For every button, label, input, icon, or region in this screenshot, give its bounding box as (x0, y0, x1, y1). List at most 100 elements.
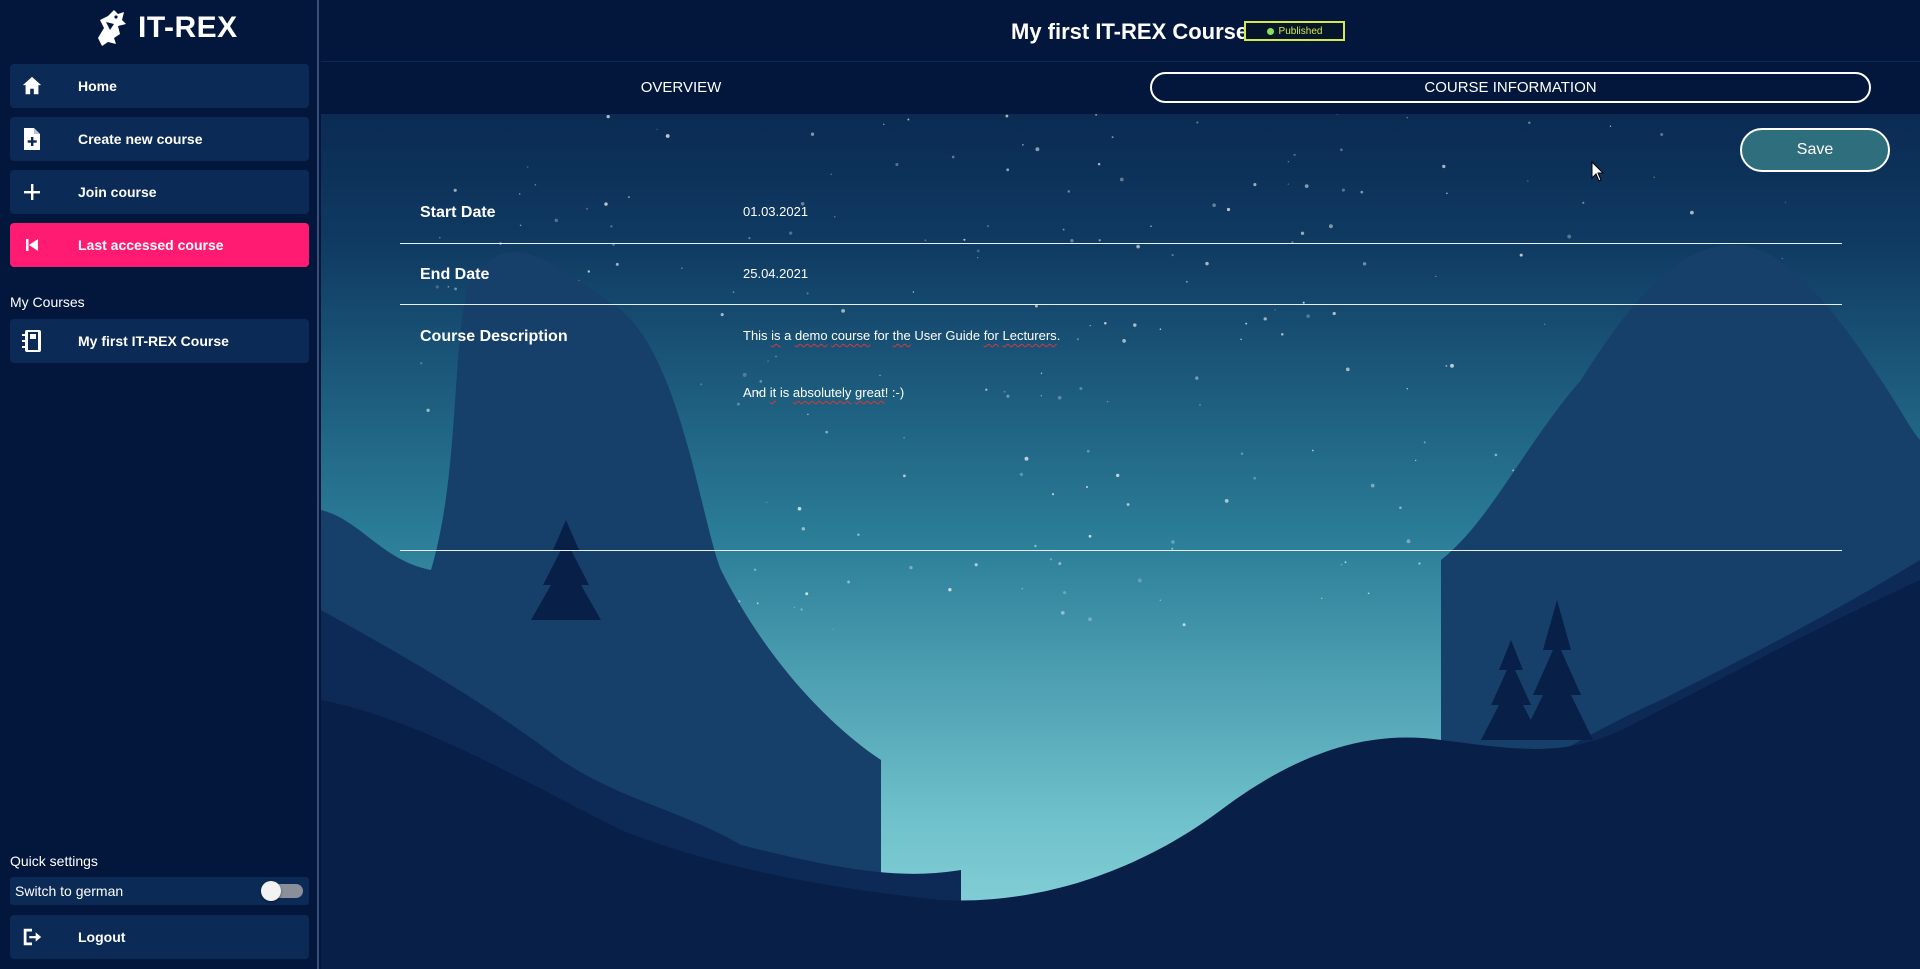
tab-course-information[interactable]: COURSE INFORMATION (1150, 72, 1871, 103)
star (1021, 587, 1024, 590)
file-plus-icon (10, 117, 54, 161)
star (1137, 578, 1142, 583)
desc-text: for (870, 328, 893, 343)
star (810, 132, 815, 136)
tab-bar: OVERVIEW COURSE INFORMATION (321, 62, 1920, 114)
star (1321, 597, 1323, 600)
quick-settings-heading: Quick settings (10, 853, 98, 869)
star (1182, 623, 1186, 627)
star (1609, 125, 1612, 127)
star (847, 580, 851, 584)
app-logo[interactable]: IT-REX (90, 8, 238, 48)
star (1097, 162, 1101, 166)
desc-text: User Guide (910, 328, 984, 343)
star (453, 188, 457, 192)
star (1442, 164, 1446, 169)
desc-word: course (831, 328, 871, 343)
star (720, 313, 724, 317)
star (1196, 121, 1199, 124)
star (1006, 168, 1010, 172)
nav-home[interactable]: Home (10, 64, 309, 108)
start-date-label: Start Date (420, 204, 496, 221)
logout-button[interactable]: Logout (10, 915, 309, 959)
star (1136, 244, 1140, 249)
star (1418, 562, 1421, 565)
star (1088, 617, 1092, 622)
star (1119, 177, 1124, 182)
desc-word: is (771, 328, 781, 343)
nav-label: Logout (78, 929, 126, 945)
desc-word: for (983, 328, 999, 343)
course-item-my-first-it-rex-course[interactable]: My first IT-REX Course (10, 319, 309, 363)
star (534, 183, 537, 186)
nav-create-new-course[interactable]: Create new course (10, 117, 309, 161)
plus-icon (10, 170, 54, 214)
row-divider (400, 550, 1842, 551)
tab-label: OVERVIEW (640, 79, 722, 96)
desc-word: the (892, 328, 911, 343)
star (951, 155, 955, 159)
star (1332, 311, 1336, 316)
desc-word: demo (795, 328, 828, 343)
star (1287, 183, 1289, 185)
star (1022, 144, 1024, 146)
star (1660, 132, 1664, 137)
course-header: My first IT-REX Course Published (321, 0, 1920, 62)
desc-text: ! :-) (884, 385, 905, 400)
course-description-line-2[interactable]: And it is absolutely great! :-) (743, 385, 904, 400)
logout-icon (10, 915, 54, 959)
nav-join-course[interactable]: Join course (10, 170, 309, 214)
nav-label: Join course (78, 184, 157, 200)
star (800, 608, 803, 611)
skip-back-icon (10, 223, 54, 267)
star (1341, 188, 1345, 192)
star (793, 606, 796, 608)
nav-label: Home (78, 78, 117, 94)
save-button[interactable]: Save (1740, 128, 1890, 172)
star (1067, 190, 1071, 193)
star (974, 563, 978, 567)
star (841, 309, 845, 313)
course-description-line-1[interactable]: This is a demo course for the User Guide… (743, 328, 1060, 343)
star (1005, 114, 1009, 118)
nav-last-accessed-course[interactable]: Last accessed course (10, 223, 309, 267)
star (1344, 561, 1347, 564)
status-text: Published (1278, 25, 1323, 37)
row-divider (400, 304, 1842, 305)
nav-label: My first IT-REX Course (78, 333, 229, 349)
desc-word: absolutely (792, 385, 852, 400)
end-date-label: End Date (420, 266, 490, 283)
star (1653, 176, 1655, 178)
star (1035, 147, 1040, 152)
language-toggle-label: Switch to german (15, 883, 124, 899)
sidebar: IT-REX Home Create new course Join cours… (0, 0, 319, 969)
toggle-knob (261, 881, 281, 901)
star (883, 123, 885, 125)
star (1340, 148, 1343, 152)
nav-label: Create new course (78, 131, 203, 147)
star (1095, 114, 1097, 116)
course-title: My first IT-REX Course (1011, 19, 1249, 44)
star (1304, 184, 1309, 188)
rex-logo-icon (98, 10, 126, 46)
star (895, 162, 899, 167)
end-date-value[interactable]: 25.04.2021 (743, 266, 808, 281)
mouse-cursor-icon (1591, 161, 1605, 182)
home-icon (10, 64, 54, 108)
star (738, 600, 741, 603)
course-description-row: Course Description This is a demo course… (400, 319, 1842, 551)
course-description-label: Course Description (420, 328, 568, 345)
tab-overview[interactable]: OVERVIEW (469, 72, 893, 103)
main-content: My first IT-REX Course Published OVERVIE… (321, 0, 1920, 969)
language-toggle-switch[interactable] (261, 881, 303, 901)
status-badge: Published (1244, 21, 1345, 41)
star (1446, 192, 1448, 195)
star (1287, 160, 1290, 163)
end-date-row: End Date 25.04.2021 (400, 257, 1842, 307)
start-date-value[interactable]: 01.03.2021 (743, 204, 808, 219)
star (1367, 592, 1370, 595)
star (909, 566, 913, 570)
star (656, 128, 658, 131)
star (830, 173, 832, 176)
star (1293, 153, 1296, 157)
